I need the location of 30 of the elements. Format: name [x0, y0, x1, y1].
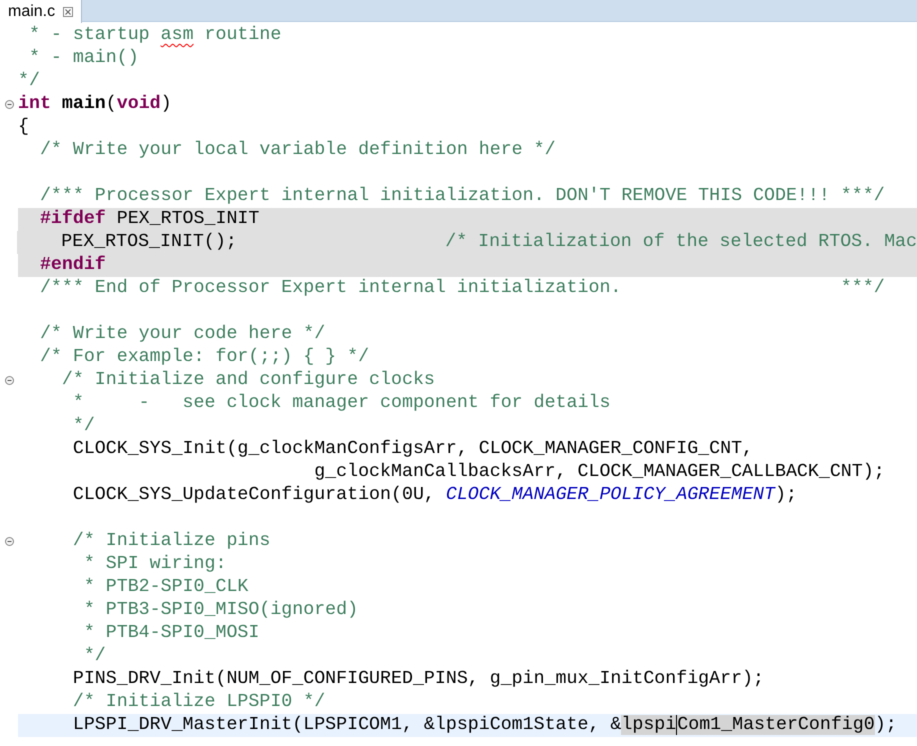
code-line: PINS_DRV_Init(NUM_OF_CONFIGURED_PINS, g_pin_mux_InitConfigArr);: [72, 668, 765, 691]
fold-icon[interactable]: [4, 537, 14, 546]
code-line: CLOCK_SYS_Init(g_clockManConfigsArr, CLOCK_MANAGER_CONFIG_CNT,: [72, 438, 754, 461]
code-line: /* For example: for(;;) { } */: [38, 346, 370, 369]
code-line: * PTB4-SPI0_MOSI: [82, 622, 260, 645]
code-line: int main(void): [18, 93, 173, 116]
fold-icon[interactable]: [4, 100, 14, 109]
code-line: */: [72, 415, 96, 438]
code-line: {: [18, 116, 30, 139]
code-line: * SPI wiring:: [82, 553, 228, 576]
code-line: * - see clock manager component for details: [72, 392, 612, 415]
code-line: /*** End of Processor Expert internal initialization. ***/: [38, 277, 886, 300]
code-line: * PTB2-SPI0_CLK: [82, 576, 250, 599]
tab-title: main.c: [8, 4, 56, 20]
code-line: g_clockManCallbacksArr, CLOCK_MANAGER_CALLBACK_CNT);: [313, 461, 886, 484]
code-line: /* Initialize pins: [72, 530, 272, 553]
code-line: * - startup asm routine: [28, 24, 282, 47]
code-line: */: [82, 645, 107, 668]
code-line: /* Write your code here */: [38, 323, 326, 346]
fold-icon[interactable]: [4, 376, 14, 385]
code-line: /* Initialize and configure clocks: [60, 369, 436, 392]
close-icon[interactable]: [63, 6, 74, 16]
code-line: */: [18, 70, 41, 93]
code-line: * - main(): [28, 47, 140, 70]
code-line: CLOCK_SYS_UpdateConfiguration(0U, CLOCK_MANAGER_POLICY_AGREEMENT);: [72, 484, 798, 507]
editor-tab[interactable]: main.c: [0, 0, 82, 23]
code-line: * PTB3-SPI0_MISO(ignored): [82, 599, 360, 622]
code-line: /*** Processor Expert internal initialization. DON'T REMOVE THIS CODE!!! ***/: [38, 185, 886, 208]
code-line: /* Write your local variable definition here */: [38, 139, 557, 162]
code-line: /* Initialize LPSPI0 */: [72, 691, 326, 714]
